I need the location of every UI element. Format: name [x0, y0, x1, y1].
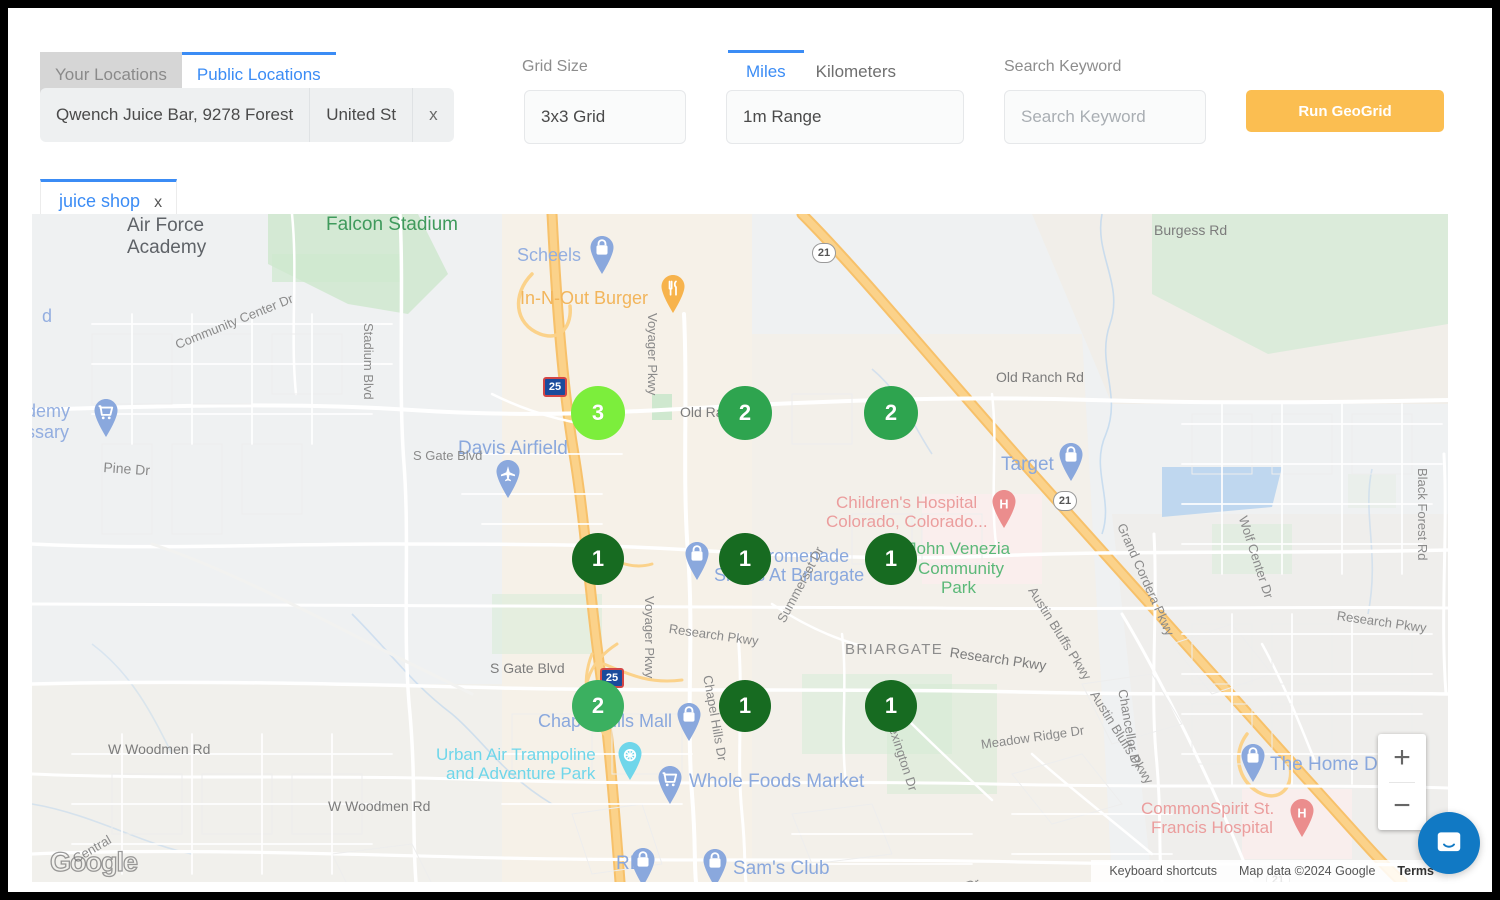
- location-business-field[interactable]: Qwench Juice Bar, 9278 Forest: [40, 88, 310, 142]
- zoom-in-button[interactable]: +: [1378, 734, 1426, 782]
- map-attribution: Keyboard shortcuts Map data ©2024 Google…: [1091, 860, 1448, 882]
- geogrid-map[interactable]: .rd { fill:none; stroke:#ffffff; stroke-…: [32, 214, 1448, 882]
- rank-marker[interactable]: 1: [865, 533, 917, 585]
- grid-size-value: 3x3 Grid: [541, 107, 605, 127]
- location-country-field[interactable]: United St: [310, 88, 413, 142]
- search-keyword-label: Search Keyword: [1004, 58, 1121, 76]
- map-zoom-controls: + −: [1378, 734, 1426, 830]
- map-data-text: Map data ©2024 Google: [1239, 864, 1375, 878]
- remove-location-icon: x: [429, 105, 438, 125]
- grid-size-label: Grid Size: [522, 58, 588, 76]
- location-country-value: United St: [326, 105, 396, 125]
- keyword-tab-close-icon[interactable]: x: [154, 194, 162, 212]
- keyword-tab-label: juice shop: [59, 191, 140, 212]
- route-shield-interstate: 25: [543, 377, 567, 397]
- range-value: 1m Range: [743, 107, 821, 127]
- chat-bubble-icon: [1434, 828, 1464, 858]
- zoom-out-button[interactable]: −: [1378, 783, 1426, 831]
- range-select[interactable]: 1m Range: [726, 90, 964, 144]
- tab-kilometers-label: Kilometers: [816, 62, 896, 81]
- tab-your-locations-label: Your Locations: [55, 65, 167, 84]
- route-shield-state: 21: [812, 243, 836, 263]
- location-business-value: Qwench Juice Bar, 9278 Forest: [56, 105, 293, 125]
- rank-marker[interactable]: 1: [865, 680, 917, 732]
- tab-kilometers[interactable]: Kilometers: [804, 50, 908, 90]
- keyboard-shortcuts-link[interactable]: Keyboard shortcuts: [1109, 864, 1217, 878]
- intercom-chat-launcher[interactable]: [1418, 812, 1480, 874]
- search-keyword-placeholder: Search Keyword: [1021, 107, 1146, 127]
- rank-marker[interactable]: 1: [572, 533, 624, 585]
- search-keyword-input[interactable]: Search Keyword: [1004, 90, 1206, 144]
- tab-miles-label: Miles: [746, 62, 786, 81]
- tab-public-locations-label: Public Locations: [197, 65, 321, 84]
- grid-size-select[interactable]: 3x3 Grid: [524, 90, 686, 144]
- route-shield-state: 21: [1053, 491, 1077, 511]
- unit-tabs: Miles Kilometers: [728, 50, 908, 90]
- selected-location-pill: Qwench Juice Bar, 9278 Forest United St …: [40, 88, 454, 142]
- app-frame: Your Locations Public Locations Qwench J…: [8, 8, 1492, 892]
- tab-miles[interactable]: Miles: [728, 50, 804, 90]
- rank-marker[interactable]: 1: [719, 533, 771, 585]
- run-geogrid-button[interactable]: Run GeoGrid: [1246, 90, 1444, 132]
- rank-marker[interactable]: 1: [719, 680, 771, 732]
- rank-marker[interactable]: 2: [864, 386, 918, 440]
- remove-location-button[interactable]: x: [413, 88, 454, 142]
- toolbar: Your Locations Public Locations Qwench J…: [8, 8, 1492, 176]
- rank-marker[interactable]: 2: [572, 680, 624, 732]
- rank-marker[interactable]: 2: [718, 386, 772, 440]
- rank-marker[interactable]: 3: [571, 386, 625, 440]
